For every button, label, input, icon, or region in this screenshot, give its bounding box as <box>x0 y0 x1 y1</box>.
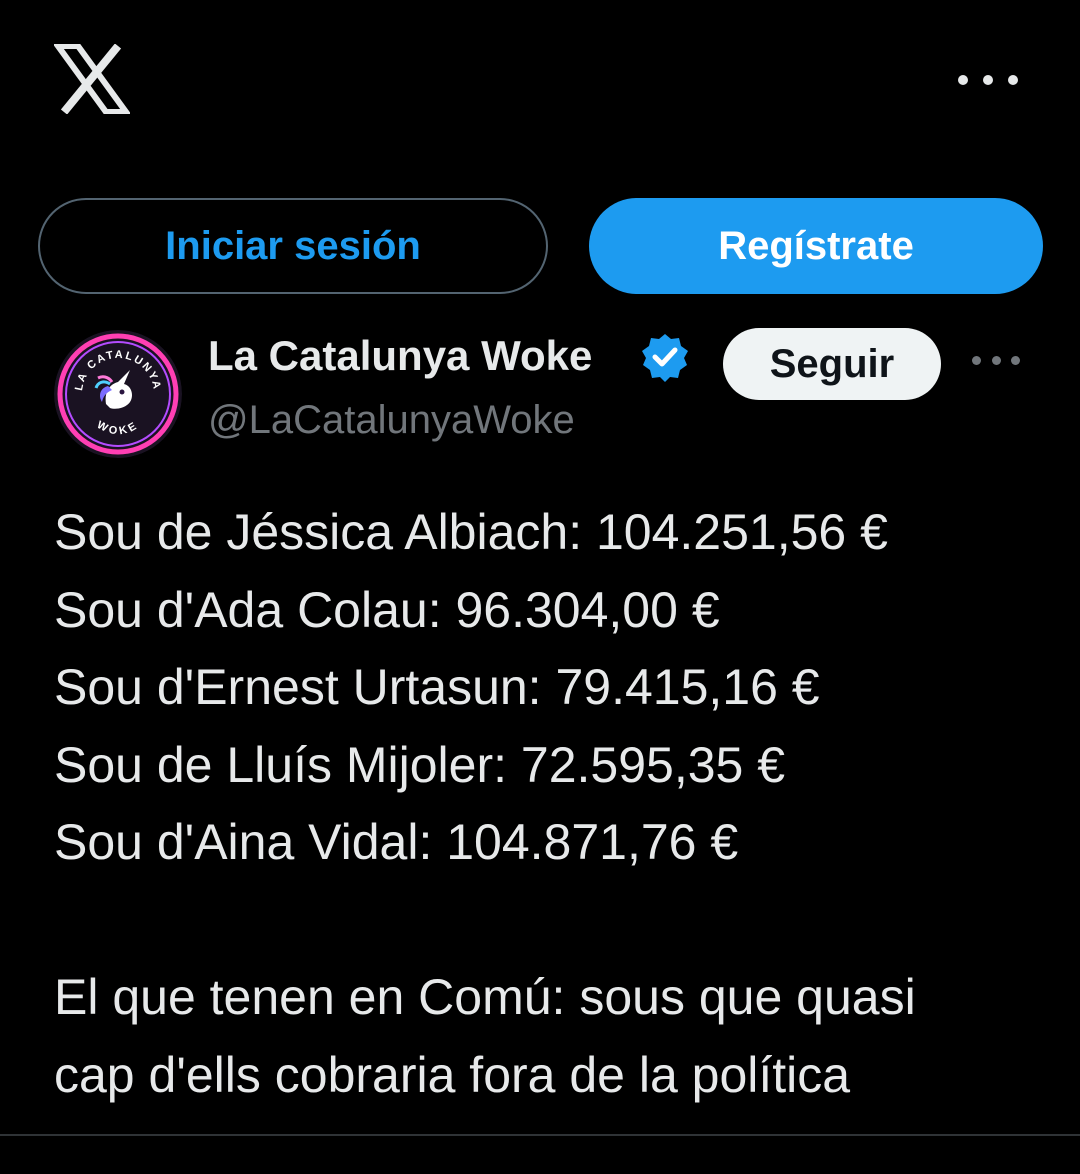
tweet-text: Sou de Jéssica Albiach: 104.251,56 € Sou… <box>54 494 1044 1114</box>
login-button[interactable]: Iniciar sesión <box>38 198 548 294</box>
salary-line: Sou d'Ada Colau: 96.304,00 € <box>54 581 720 638</box>
dot <box>1008 75 1018 85</box>
dot <box>991 355 1001 365</box>
closing-line: El que tenen en Comú: sous que quasi <box>54 969 916 1025</box>
follow-button[interactable]: Seguir <box>723 328 941 400</box>
author-handle[interactable]: @LaCatalunyaWoke <box>208 392 575 448</box>
salary-line: Sou de Lluís Mijoler: 72.595,35 € <box>54 736 786 793</box>
avatar-image: LA CATALUNYA WOKE <box>54 330 182 458</box>
salary-line: Sou d'Aina Vidal: 104.871,76 € <box>54 814 739 870</box>
dot <box>983 75 993 85</box>
more-options-icon[interactable] <box>958 66 1018 94</box>
dot <box>958 75 968 85</box>
verified-badge-icon <box>642 334 688 382</box>
dot <box>972 355 981 365</box>
auth-bar: Iniciar sesión Regístrate <box>0 190 1080 310</box>
closing-line: cap d'ells cobraria fora de la política <box>54 1046 851 1103</box>
tweet-more-icon[interactable] <box>972 348 1020 372</box>
dot <box>1011 355 1020 365</box>
top-bar <box>0 0 1080 170</box>
salary-line: Sou d'Ernest Urtasun: 79.415,16 € <box>54 659 820 715</box>
salary-line: Sou de Jéssica Albiach: 104.251,56 € <box>54 504 888 560</box>
avatar[interactable]: LA CATALUNYA WOKE <box>54 330 182 458</box>
divider <box>0 1134 1080 1136</box>
x-logo-icon[interactable] <box>54 44 130 114</box>
author-name[interactable]: La Catalunya Woke <box>208 328 638 384</box>
signup-button[interactable]: Regístrate <box>589 198 1043 294</box>
